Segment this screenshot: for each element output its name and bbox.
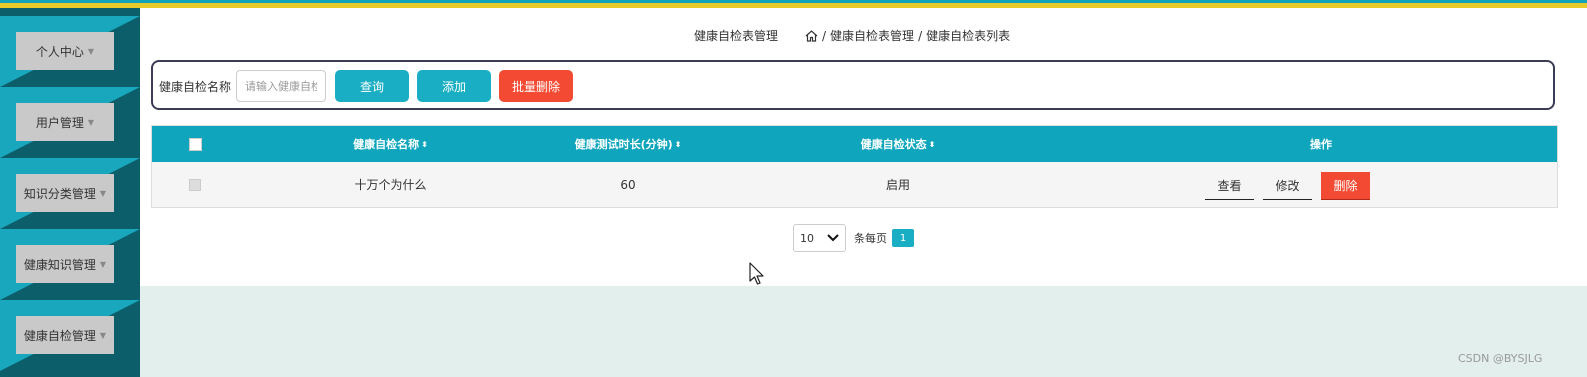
table-row: 十万个为什么 60 启用 查看 修改 删除 bbox=[152, 162, 1557, 207]
sort-icon: ⬍ bbox=[928, 139, 936, 149]
cell-name: 十万个为什么 bbox=[354, 178, 427, 192]
data-table: 健康自检名称 ⬍ 健康测试时长(分钟) ⬍ 健康自检状态 ⬍ 操作 十万个为什么 60… bbox=[151, 125, 1558, 208]
search-label: 健康自检名称 bbox=[159, 80, 232, 94]
breadcrumb-separator: / bbox=[918, 28, 923, 43]
caret-down-icon: ▼ bbox=[99, 259, 107, 269]
table-header: 健康自检名称 ⬍ 健康测试时长(分钟) ⬍ 健康自检状态 ⬍ 操作 bbox=[152, 126, 1557, 162]
chevron-down-icon bbox=[827, 234, 839, 242]
mouse-cursor-icon bbox=[749, 262, 764, 285]
search-panel: 健康自检名称 查询 添加 批量删除 bbox=[151, 60, 1555, 110]
sidebar-block: 用户管理 ▼ bbox=[0, 87, 140, 158]
search-input[interactable] bbox=[236, 70, 326, 102]
cell-duration: 60 bbox=[620, 177, 636, 192]
add-button[interactable]: 添加 bbox=[417, 70, 491, 102]
sidebar-block: 健康自检管理 ▼ bbox=[0, 300, 140, 371]
column-header-status[interactable]: 健康自检状态 ⬍ bbox=[713, 126, 1083, 162]
top-stripe bbox=[0, 0, 1587, 8]
home-icon[interactable] bbox=[805, 29, 818, 42]
breadcrumb-separator: / bbox=[822, 28, 827, 43]
sidebar-block: 个人中心 ▼ bbox=[0, 16, 140, 87]
batch-delete-button[interactable]: 批量删除 bbox=[499, 70, 573, 102]
sort-icon: ⬍ bbox=[674, 139, 682, 149]
sidebar-item-users[interactable]: 用户管理 ▼ bbox=[16, 103, 114, 141]
page-title: 健康自检表管理 bbox=[694, 29, 779, 43]
caret-down-icon: ▼ bbox=[99, 330, 107, 340]
watermark: CSDN @BYSJLG bbox=[1458, 352, 1543, 365]
edit-button[interactable]: 修改 bbox=[1263, 172, 1312, 200]
breadcrumb-item: 健康自检表列表 bbox=[926, 29, 1011, 43]
column-header-ops: 操作 bbox=[1310, 138, 1332, 151]
page-number-button[interactable]: 1 bbox=[892, 229, 914, 247]
pagination: 10 条每页 1 bbox=[793, 224, 914, 252]
select-all-checkbox[interactable] bbox=[188, 137, 202, 151]
sidebar-block: 知识分类管理 ▼ bbox=[0, 158, 140, 229]
caret-down-icon: ▼ bbox=[87, 117, 95, 127]
caret-down-icon: ▼ bbox=[99, 188, 107, 198]
column-header-duration[interactable]: 健康测试时长(分钟) ⬍ bbox=[543, 126, 713, 162]
sidebar: 个人中心 ▼ 用户管理 ▼ 知识分类管理 ▼ 健康知识管理 ▼ 健康自检管理 ▼ bbox=[0, 8, 140, 377]
page-size-label: 条每页 bbox=[854, 232, 887, 245]
sidebar-item-health-knowledge[interactable]: 健康知识管理 ▼ bbox=[16, 245, 114, 283]
sidebar-item-label: 个人中心 bbox=[35, 44, 84, 59]
delete-button[interactable]: 删除 bbox=[1321, 172, 1370, 200]
caret-down-icon: ▼ bbox=[87, 46, 95, 56]
column-header-name[interactable]: 健康自检名称 ⬍ bbox=[238, 126, 543, 162]
sidebar-item-label: 健康知识管理 bbox=[23, 257, 96, 272]
sidebar-item-label: 健康自检管理 bbox=[23, 328, 96, 343]
page-size-value: 10 bbox=[800, 231, 814, 245]
breadcrumb-item[interactable]: 健康自检表管理 bbox=[830, 27, 914, 44]
query-button[interactable]: 查询 bbox=[335, 70, 409, 102]
view-button[interactable]: 查看 bbox=[1205, 172, 1254, 200]
sidebar-item-label: 知识分类管理 bbox=[23, 186, 96, 201]
content-background bbox=[140, 286, 1587, 377]
sort-icon: ⬍ bbox=[421, 139, 428, 149]
breadcrumb: 健康自检表管理 / 健康自检表管理 / 健康自检表列表 bbox=[140, 24, 1587, 44]
sidebar-item-knowledge-category[interactable]: 知识分类管理 ▼ bbox=[16, 174, 114, 212]
cell-status: 启用 bbox=[885, 178, 910, 192]
sidebar-item-profile[interactable]: 个人中心 ▼ bbox=[16, 32, 114, 70]
page-size-select[interactable]: 10 bbox=[793, 224, 846, 252]
sidebar-block: 健康知识管理 ▼ bbox=[0, 229, 140, 300]
row-checkbox[interactable] bbox=[189, 178, 201, 191]
sidebar-item-label: 用户管理 bbox=[35, 115, 84, 130]
sidebar-item-health-check[interactable]: 健康自检管理 ▼ bbox=[16, 316, 114, 354]
breadcrumb-nav: / 健康自检表管理 / 健康自检表列表 bbox=[805, 27, 1010, 44]
